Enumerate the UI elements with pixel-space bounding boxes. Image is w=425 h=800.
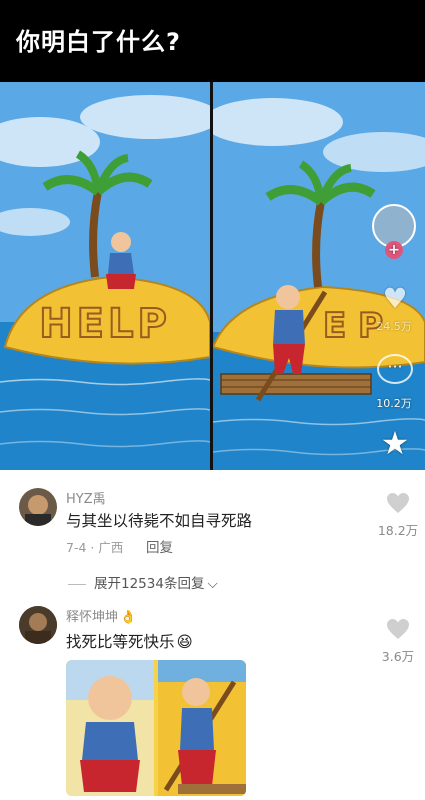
comment-like-count: 18.2万 [377,523,419,538]
heart-icon [387,493,409,513]
page-title: 你明白了什么? [16,28,181,56]
comment-username[interactable]: HYZ禹 [66,488,106,507]
comment-meta: 7-4 · 广西 [66,540,124,555]
reply-button[interactable]: 回复 [146,536,173,556]
grinning-emoji-icon: 😆 [176,633,193,651]
comment-text: 与其坐以待毙不如自寻死路 [66,512,253,530]
comment-like-button[interactable]: 3.6万 [374,618,422,665]
comment-like-count: 3.6万 [381,649,415,664]
follow-plus-icon[interactable]: + [385,241,403,259]
comment-like-button[interactable]: 18.2万 [374,492,422,539]
heart-icon[interactable]: ♥ [377,282,413,315]
hand-emoji-icon: 👌 [120,610,137,625]
header-bar: 你明白了什么? [0,0,425,82]
comic-panel-left: HELP [0,82,210,470]
divider [68,583,86,585]
comment-username[interactable]: 释怀坤坤 👌 [66,606,136,625]
comic-image[interactable]: HELP E P + ♥ 24.5万 ··· 10.2万 ★ [0,82,425,470]
comic-panel-right: E P [213,82,425,470]
comment-text-body: 找死比等死快乐 [66,633,175,651]
heart-icon [387,619,409,639]
expand-replies-label: 展开12534条回复 [94,576,205,592]
chevron-down-icon: ⌵ [207,576,218,592]
side-like-count: 24.5万 [376,320,412,333]
screen: 你明白了什么? HELP E P + ♥ 24.5万 ··· 10.2万 ★ H… [0,0,425,800]
more-dots-icon[interactable]: ··· [377,354,413,384]
comment-avatar[interactable] [19,606,57,644]
comment-image[interactable] [66,660,246,796]
comment-avatar[interactable] [19,488,57,526]
comment-text: 找死比等死快乐 😆 [66,630,193,652]
help-sign: HELP [39,301,171,347]
comment-username-text: 释怀坤坤 [66,610,119,625]
expand-replies-button[interactable]: 展开12534条回复 ⌵ [68,572,218,592]
side-comment-count: 10.2万 [376,397,412,410]
star-icon[interactable]: ★ [377,424,413,462]
